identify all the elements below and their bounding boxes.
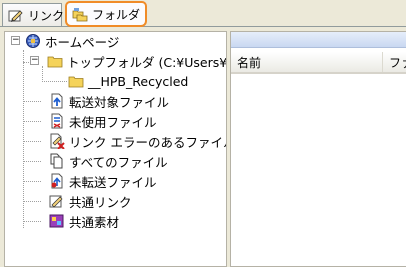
tree-connector — [23, 221, 41, 222]
tree-item-label: すべてのファイル — [69, 154, 168, 170]
tree-collapse-toggle-root[interactable]: − — [11, 36, 20, 45]
tree-item-label: リンク エラーのあるファイル — [69, 134, 227, 150]
folder-icon — [47, 53, 63, 69]
tree-collapse-toggle-top-folder[interactable]: − — [30, 56, 39, 65]
tree-item-all-files[interactable]: すべてのファイル — [49, 151, 168, 171]
column-header-name[interactable]: 名前 — [231, 52, 383, 72]
tree-item-label: ホームページ — [45, 34, 120, 50]
link-error-file-icon — [49, 133, 65, 149]
folder-icon — [68, 73, 84, 89]
folder-tree-panel: − ホームページ − トップフォルダ (C:¥Users¥ __HPB_Recy… — [4, 31, 227, 267]
link-pencil-icon — [8, 8, 25, 23]
tree-connector — [42, 66, 43, 82]
tree-item-label: 未転送ファイル — [69, 174, 157, 190]
tree-item-hpb-recycled[interactable]: __HPB_Recycled — [68, 71, 188, 91]
tree-connector — [23, 161, 41, 162]
common-material-icon — [49, 213, 65, 229]
file-list-toolbar — [231, 32, 406, 48]
tree-connector — [23, 101, 41, 102]
tree-item-common-links[interactable]: 共通リンク — [49, 191, 132, 211]
tab-strip: リンク フォルダ — [0, 0, 406, 28]
tree-item-label: 未使用ファイル — [69, 114, 157, 130]
tree-connector — [23, 141, 41, 142]
homepage-globe-icon — [25, 33, 41, 49]
common-link-icon — [49, 193, 65, 209]
tree-item-common-materials[interactable]: 共通素材 — [49, 211, 119, 231]
untransferred-file-icon — [49, 173, 65, 189]
tree-connector — [42, 81, 67, 82]
tree-item-label: トップフォルダ (C:¥Users¥ — [67, 54, 227, 70]
transfer-target-file-icon — [49, 93, 65, 109]
folders-icon — [72, 7, 89, 22]
tree-connector — [23, 121, 41, 122]
tree-item-unused-files[interactable]: 未使用ファイル — [49, 111, 157, 131]
file-list-panel: 名前 ファ — [230, 31, 406, 267]
tree-item-transfer-target-files[interactable]: 転送対象ファイル — [49, 91, 169, 111]
tree-item-label: 転送対象ファイル — [69, 94, 170, 110]
unused-file-icon — [49, 113, 65, 129]
tree-item-label: __HPB_Recycled — [88, 73, 189, 89]
tab-link[interactable]: リンク — [2, 3, 65, 27]
tree-item-untransferred-files[interactable]: 未転送ファイル — [49, 171, 157, 191]
tab-folder-label: フォルダ — [92, 7, 141, 22]
tab-folder[interactable]: フォルダ — [65, 1, 147, 27]
tree-item-label: 共通素材 — [69, 214, 120, 230]
tree-connector — [23, 201, 41, 202]
tab-link-label: リンク — [28, 9, 65, 23]
tree-item-link-error-files[interactable]: リンク エラーのあるファイル — [49, 131, 227, 151]
tree-connector — [23, 181, 41, 182]
column-header-file[interactable]: ファ — [383, 52, 406, 72]
all-files-icon — [49, 153, 65, 169]
file-list-header: 名前 ファ — [231, 52, 406, 74]
tree-item-label: 共通リンク — [69, 194, 132, 210]
tree-item-top-folder[interactable]: トップフォルダ (C:¥Users¥ — [47, 51, 227, 71]
tree-item-homepage[interactable]: ホームページ — [25, 32, 120, 51]
